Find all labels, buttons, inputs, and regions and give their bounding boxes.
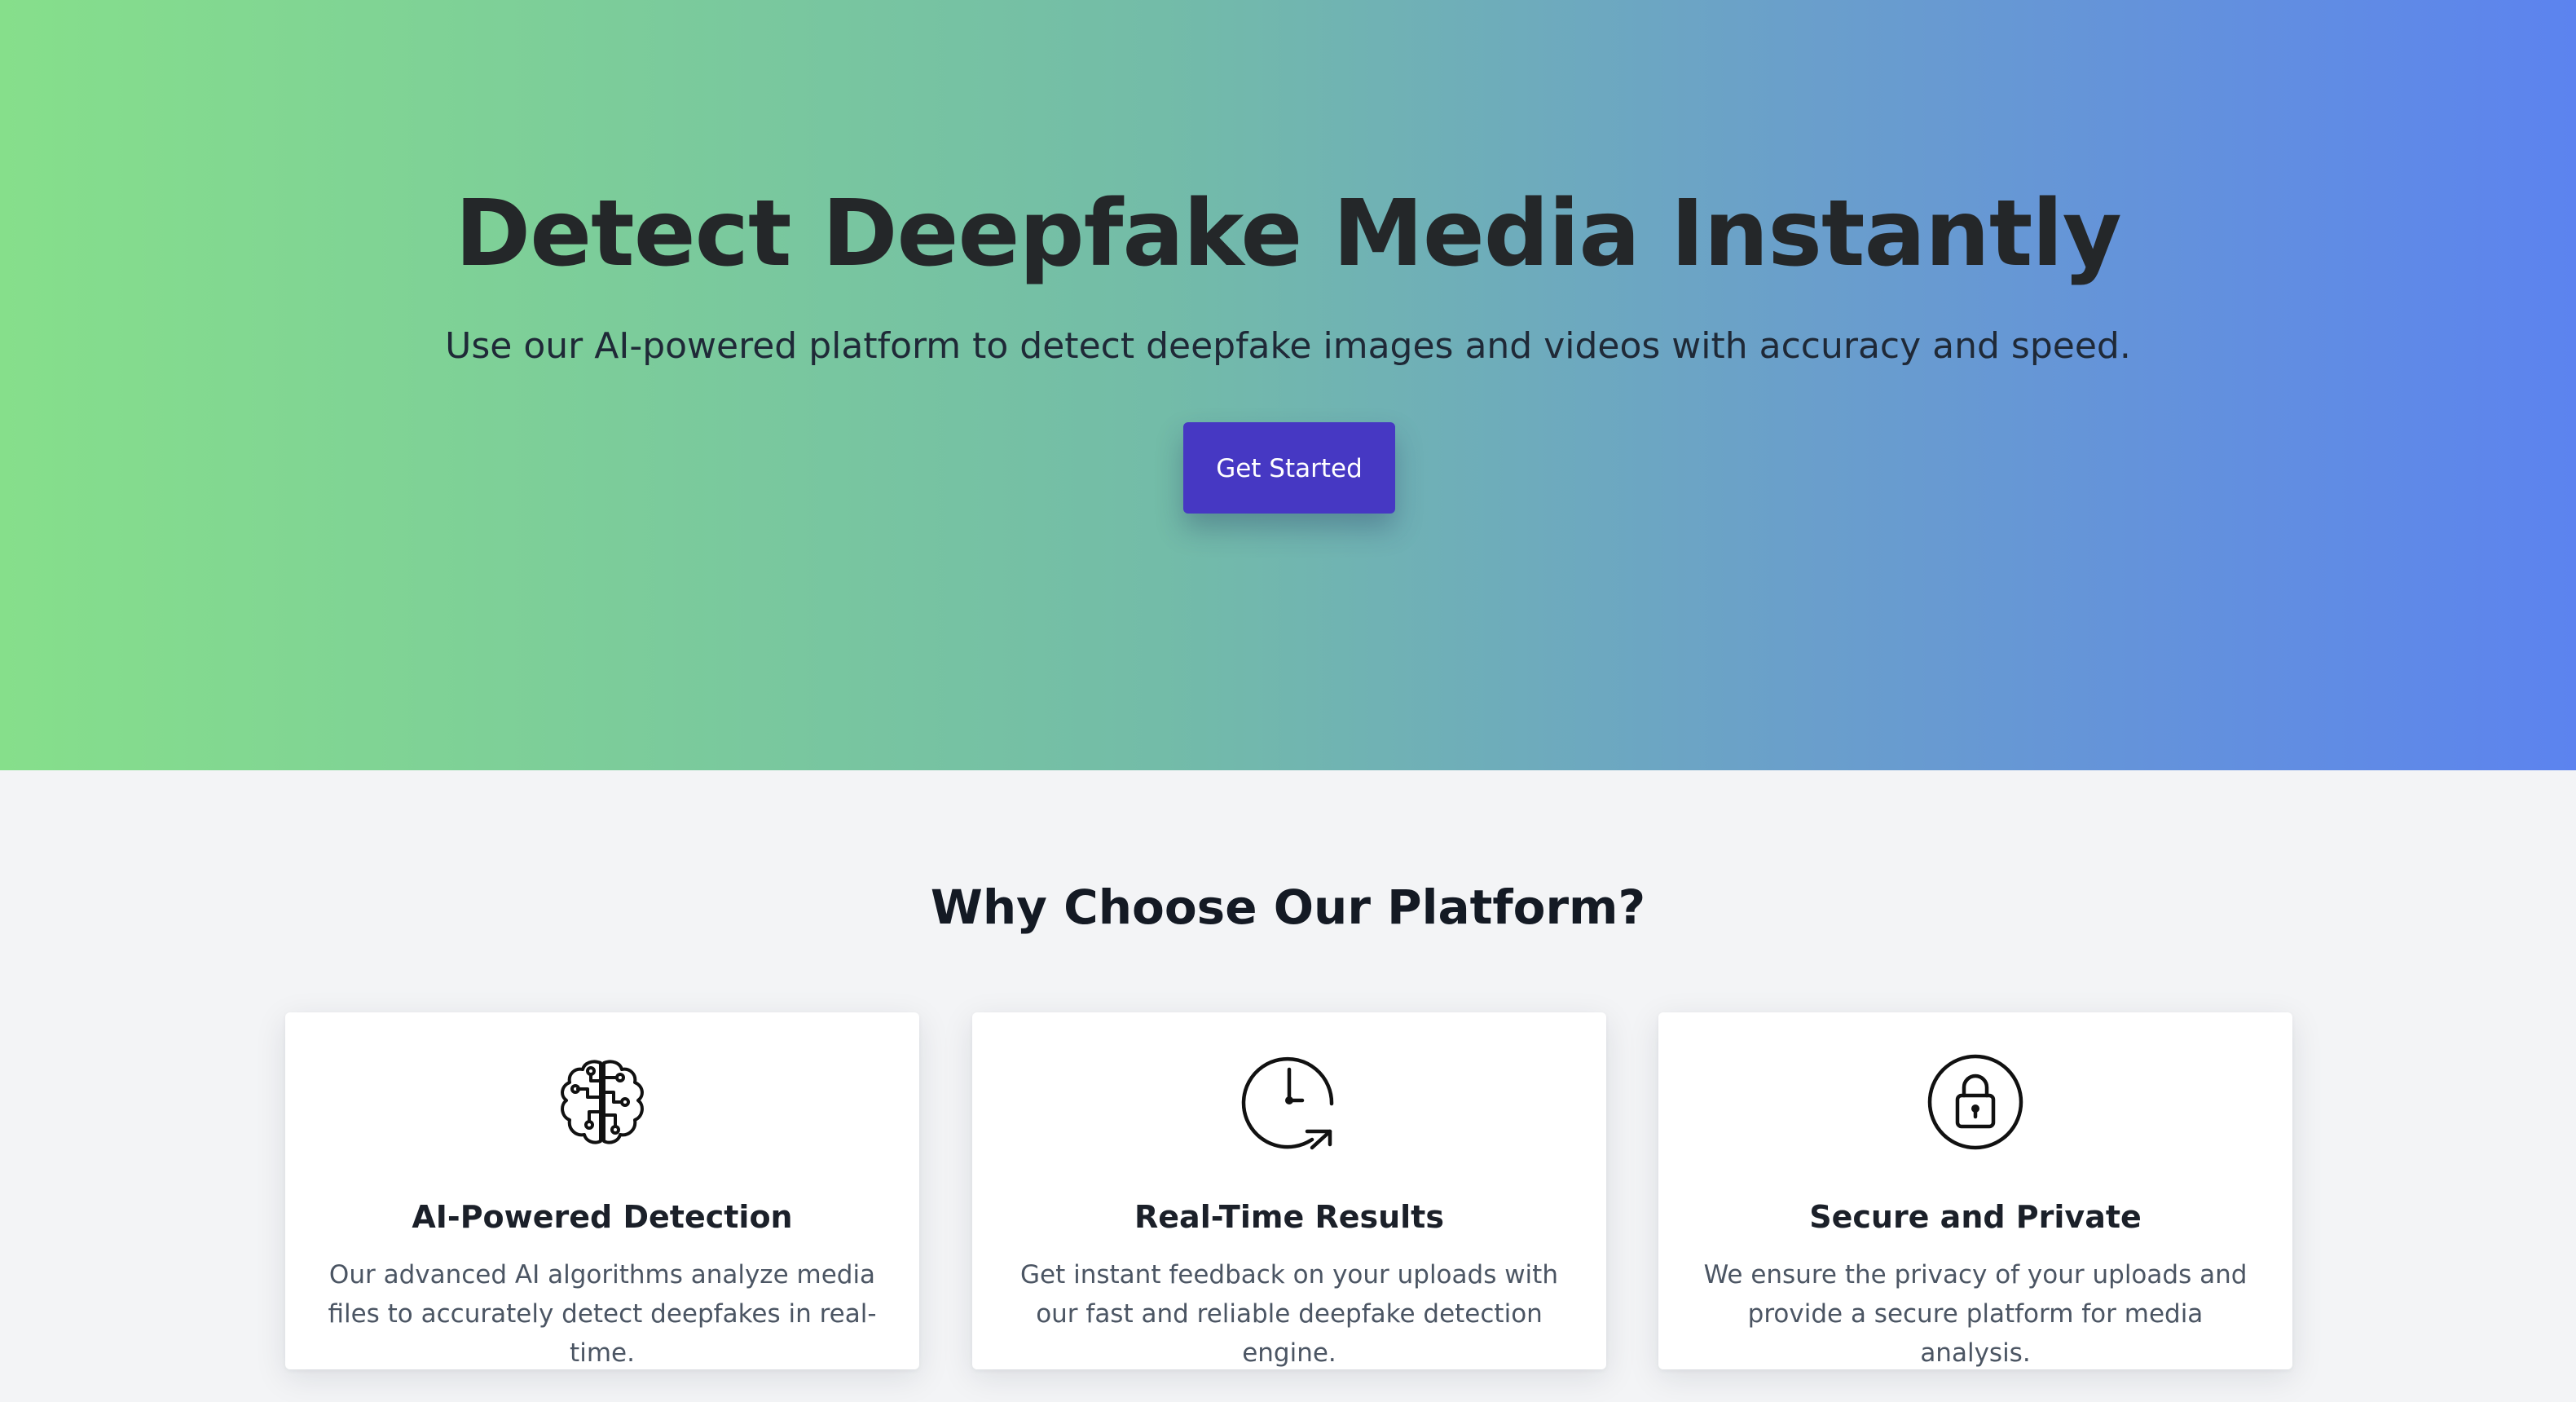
hero-subtitle: Use our AI-powered platform to detect de… <box>445 325 2131 367</box>
lock-icon <box>1926 1053 2024 1151</box>
feature-card-title: Real-Time Results <box>1134 1199 1444 1235</box>
hero-section: Detect Deepfake Media Instantly Use our … <box>0 0 2576 770</box>
feature-card-ai-detection: AI-Powered Detection Our advanced AI alg… <box>285 1012 919 1369</box>
features-heading: Why Choose Our Platform? <box>930 880 1646 935</box>
feature-card-secure: Secure and Private We ensure the privacy… <box>1658 1012 2292 1369</box>
get-started-button[interactable]: Get Started <box>1183 422 1395 514</box>
feature-card-description: Our advanced AI algorithms analyze media… <box>328 1260 877 1368</box>
hero-title: Detect Deepfake Media Instantly <box>455 181 2122 287</box>
feature-card-title: AI-Powered Detection <box>412 1199 793 1235</box>
feature-card-description: Get instant feedback on your uploads wit… <box>1020 1260 1558 1368</box>
feature-card-description: We ensure the privacy of your uploads an… <box>1703 1260 2248 1368</box>
brain-circuit-icon <box>553 1053 651 1151</box>
feature-card-real-time: Real-Time Results Get instant feedback o… <box>972 1012 1606 1369</box>
feature-card-title: Secure and Private <box>1809 1199 2142 1235</box>
clock-refresh-icon <box>1240 1053 1338 1151</box>
